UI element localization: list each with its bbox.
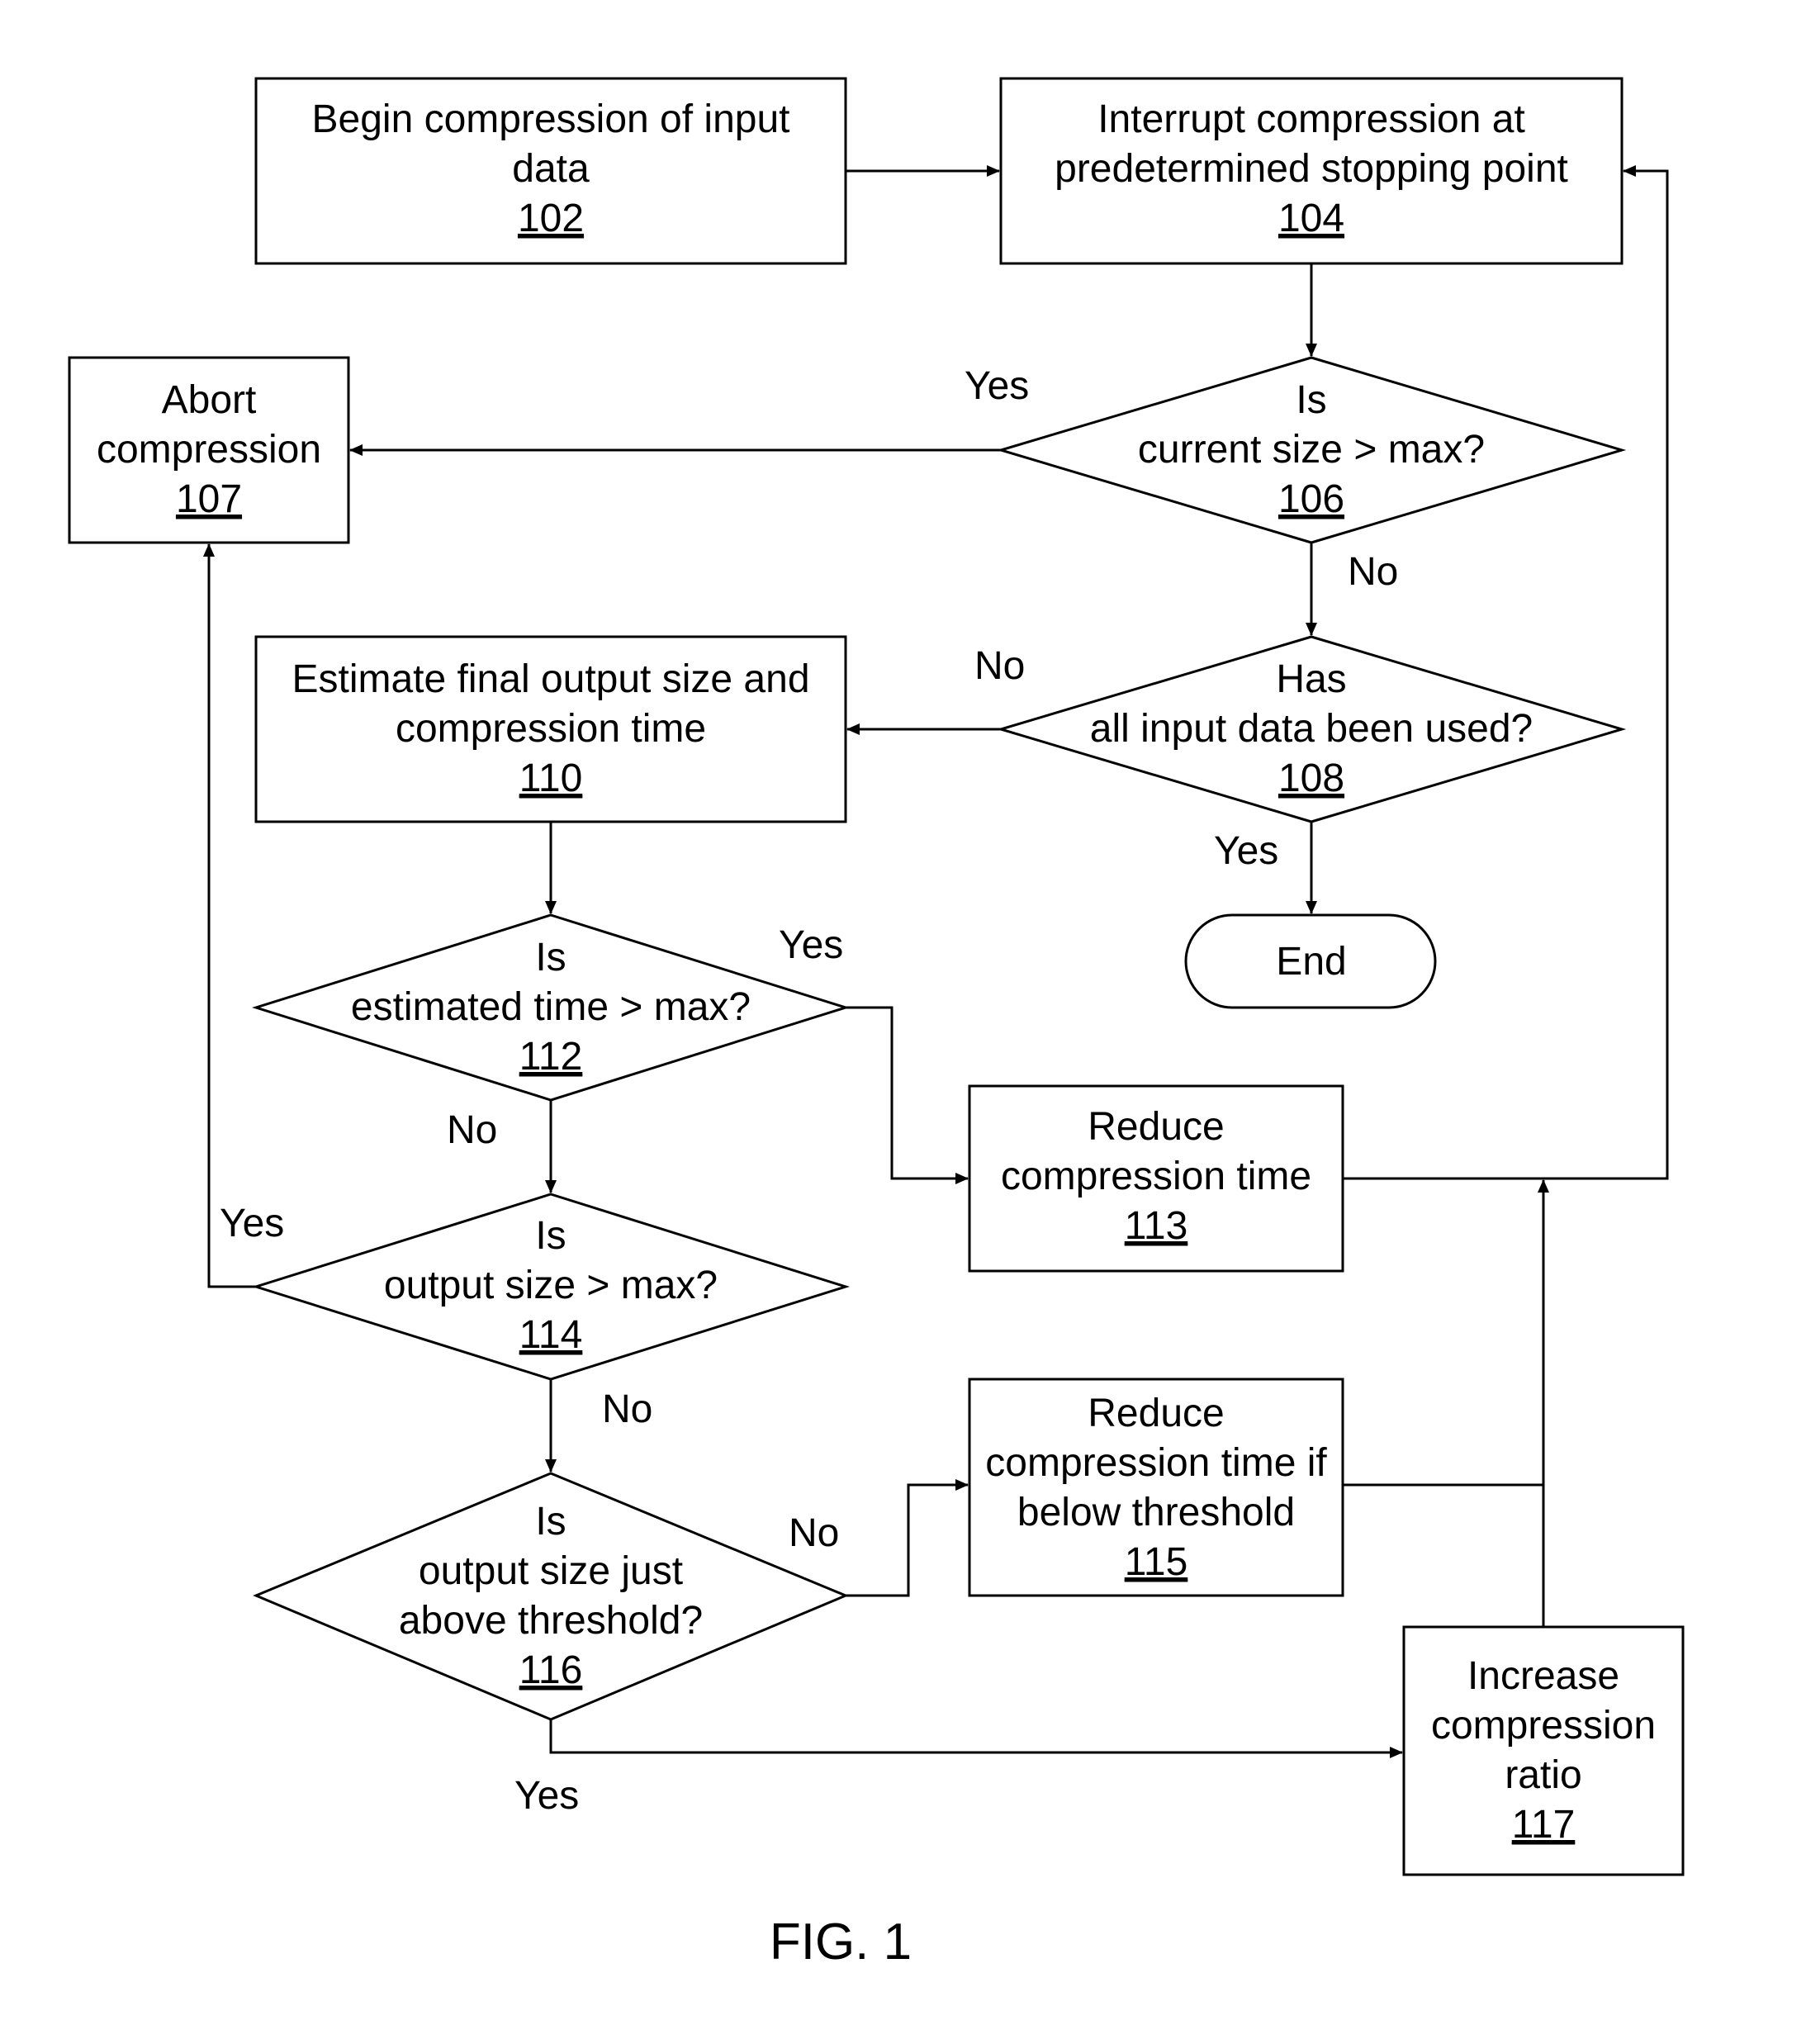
label-108-yes: Yes	[1214, 829, 1278, 873]
node-117-line-1: Increase	[1467, 1654, 1619, 1698]
label-114-yes: Yes	[220, 1202, 284, 1245]
node-110: Estimate final output size and compressi…	[254, 635, 847, 823]
label-106-no: No	[1348, 550, 1398, 594]
node-117-line-2: compression	[1431, 1704, 1656, 1748]
node-112-decision: Is estimated time > max? 112	[251, 913, 851, 1102]
node-end-terminal: End	[1184, 913, 1437, 1009]
node-110-ref: 110	[519, 756, 583, 800]
node-115: Reduce compression time if below thresho…	[968, 1378, 1344, 1597]
edge-116-115	[846, 1479, 969, 1597]
node-102-ref: 102	[518, 197, 584, 240]
node-107: Abort compression 107	[68, 356, 350, 544]
node-114-line-1: Is	[535, 1214, 566, 1258]
node-106-ref: 106	[1278, 477, 1344, 521]
edge-112-113	[846, 1006, 969, 1184]
flowchart: Begin compression of input data 102 Inte…	[68, 77, 1685, 1970]
node-116-line-3: above threshold?	[399, 1599, 703, 1643]
node-102: Begin compression of input data 102	[254, 77, 847, 265]
node-114-decision: Is output size > max? 114	[251, 1193, 851, 1381]
node-117-line-3: ratio	[1505, 1753, 1581, 1797]
label-112-yes: Yes	[779, 923, 843, 967]
node-108-decision: Has all input data been used? 108	[996, 635, 1627, 823]
node-107-line-1: Abort	[162, 378, 257, 422]
figure-label: FIG. 1	[770, 1914, 912, 1970]
node-107-line-2: compression	[97, 428, 321, 472]
node-102-line-1: Begin compression of input	[312, 97, 790, 141]
label-106-yes: Yes	[965, 364, 1029, 408]
label-108-no: No	[974, 644, 1025, 688]
label-112-no: No	[447, 1108, 497, 1152]
node-116-ref: 116	[519, 1648, 583, 1692]
node-115-line-3: below threshold	[1017, 1491, 1295, 1534]
node-115-line-1: Reduce	[1088, 1392, 1224, 1435]
node-115-line-2: compression time if	[985, 1441, 1327, 1485]
node-110-line-2: compression time	[396, 707, 706, 751]
node-114-ref: 114	[519, 1313, 583, 1357]
node-108-line-1: Has	[1276, 657, 1346, 701]
node-115-ref: 115	[1125, 1540, 1188, 1584]
node-106-decision: Is current size > max? 106	[996, 356, 1627, 544]
label-116-no: No	[789, 1511, 839, 1555]
node-112-line-2: estimated time > max?	[351, 985, 751, 1029]
node-106-line-2: current size > max?	[1138, 428, 1485, 472]
node-113-ref: 113	[1125, 1204, 1188, 1248]
label-114-no: No	[602, 1387, 652, 1431]
node-116-decision: Is output size just above threshold? 116	[253, 1472, 849, 1721]
node-116-line-2: output size just	[419, 1549, 683, 1593]
edge-116-117	[549, 1719, 1403, 1758]
node-104-line-1: Interrupt compression at	[1097, 97, 1525, 141]
node-117: Increase compression ratio 117	[1402, 1625, 1685, 1876]
node-108-line-2: all input data been used?	[1090, 707, 1533, 751]
node-113: Reduce compression time 113	[968, 1084, 1344, 1273]
node-116-line-1: Is	[535, 1500, 566, 1544]
edge-114-107	[203, 543, 256, 1288]
node-104-ref: 104	[1278, 197, 1344, 240]
node-104: Interrupt compression at predetermined s…	[999, 77, 1624, 265]
node-104-line-2: predetermined stopping point	[1055, 147, 1568, 191]
node-107-ref: 107	[176, 477, 242, 521]
node-end-label: End	[1276, 940, 1346, 984]
node-110-line-1: Estimate final output size and	[292, 657, 809, 701]
node-102-line-2: data	[512, 147, 590, 191]
node-112-ref: 112	[519, 1035, 583, 1079]
node-117-ref: 117	[1512, 1803, 1576, 1847]
node-113-line-1: Reduce	[1088, 1105, 1224, 1149]
node-112-line-1: Is	[535, 936, 566, 979]
node-113-line-2: compression time	[1001, 1155, 1311, 1198]
node-108-ref: 108	[1278, 756, 1344, 800]
label-116-yes: Yes	[514, 1774, 579, 1818]
node-106-line-1: Is	[1296, 378, 1326, 422]
node-114-line-2: output size > max?	[384, 1264, 718, 1307]
